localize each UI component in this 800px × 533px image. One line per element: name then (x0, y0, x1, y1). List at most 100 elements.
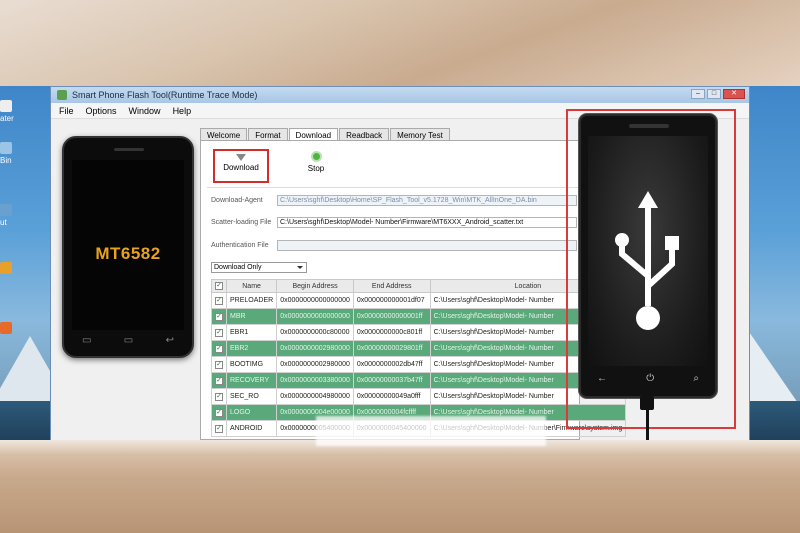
app-icon (57, 90, 67, 100)
cell-end-address: 0x00000000037b47ff (352, 372, 431, 389)
table-row[interactable]: ✓ BOOTIMG 0x0000000002980000 0x0000000002db… (211, 356, 627, 373)
usb-phone-image: ← ⏻ ⌕ (579, 114, 717, 398)
minimize-button[interactable]: – (691, 89, 705, 99)
cell-end-address: 0x0000000000c801ff (352, 324, 431, 341)
cell-check: ✓ (211, 388, 227, 405)
background-shelf (0, 440, 800, 533)
row-checkbox[interactable]: ✓ (215, 408, 223, 417)
desktop-icon-shortcut[interactable]: ut (0, 204, 14, 227)
table-row[interactable]: ✓ MBR 0x0000000000000000 0x00000000000001ff… (211, 308, 627, 325)
usb-phone-softkeys: ← ⏻ ⌕ (597, 373, 699, 384)
menu-window[interactable]: Window (129, 106, 161, 116)
cell-begin-address: 0x0000000000c80000 (276, 324, 354, 341)
phone-speaker (114, 148, 144, 151)
menu-file[interactable]: File (59, 106, 74, 116)
download-agent-label: Download-Agent (211, 197, 263, 204)
col-end-address[interactable]: End Address (352, 279, 431, 293)
download-label: Download (223, 163, 259, 172)
table-row[interactable]: ✓ PRELOADER 0x0000000000000000 0x0000000000… (211, 292, 627, 309)
download-button[interactable]: Download (213, 149, 269, 183)
download-agent-field[interactable]: C:\Users\sghf\Desktop\Home\SP_Flash_Tool… (277, 195, 577, 206)
desktop-icon-1[interactable]: ater (0, 100, 14, 123)
chevron-down-icon (297, 266, 303, 269)
menu-help[interactable]: Help (173, 106, 192, 116)
desktop-icon-recycle-bin[interactable]: Bin (0, 142, 14, 165)
phone-keys: ▭ ▭ ↩ (82, 335, 174, 346)
phone-model-label: MT6582 (95, 244, 161, 263)
toolbar-separator (207, 187, 579, 188)
cell-check: ✓ (211, 420, 227, 437)
cell-name: MBR (225, 308, 278, 325)
cell-name: PRELOADER (225, 292, 278, 309)
mode-select-value: Download Only (214, 264, 262, 271)
scatter-file-field[interactable]: C:\Users\sghf\Desktop\Model- Number\Firm… (277, 217, 577, 228)
light-glare (316, 416, 546, 446)
row-checkbox[interactable]: ✓ (215, 376, 223, 385)
usb-phone-screen (588, 136, 708, 366)
stop-label: Stop (307, 164, 325, 173)
row-checkbox[interactable]: ✓ (215, 424, 223, 433)
download-panel: Download Stop Download-Agent C:\Users\sg… (200, 140, 627, 440)
row-checkbox[interactable]: ✓ (215, 360, 223, 369)
cell-end-address: 0x00000000029801ff (352, 340, 431, 357)
mode-select[interactable]: Download Only (211, 262, 307, 273)
cell-check: ✓ (211, 372, 227, 389)
menu-key-icon: ▭ (82, 335, 92, 346)
col-check[interactable]: ✓ (211, 279, 227, 293)
cell-begin-address: 0x0000000002980000 (276, 340, 354, 357)
row-checkbox[interactable]: ✓ (215, 392, 223, 401)
cell-name: EBR1 (225, 324, 278, 341)
window-title: Smart Phone Flash Tool(Runtime Trace Mod… (72, 90, 258, 100)
row-checkbox[interactable]: ✓ (215, 296, 223, 305)
back-key-icon: ↩ (165, 335, 174, 346)
cell-begin-address: 0x0000000002980000 (276, 356, 354, 373)
partition-table: ✓ Name Begin Address End Address Locatio… (211, 279, 627, 437)
maximize-button[interactable]: □ (707, 89, 721, 99)
cell-check: ✓ (211, 404, 227, 421)
col-name[interactable]: Name (225, 279, 278, 293)
back-key-icon: ← (597, 373, 607, 384)
cell-begin-address: 0x0000000000000000 (276, 308, 354, 325)
title-bar[interactable]: Smart Phone Flash Tool(Runtime Trace Mod… (51, 87, 749, 103)
cell-end-address: 0x000000000001df07 (352, 292, 431, 309)
search-key-icon: ⌕ (693, 373, 699, 384)
background-wall-top (0, 0, 800, 92)
cell-begin-address: 0x0000000000000000 (276, 292, 354, 309)
scatter-file-label: Scatter-loading File (211, 219, 272, 226)
cell-check: ✓ (211, 308, 227, 325)
cell-begin-address: 0x0000000004980000 (276, 388, 354, 405)
cell-check: ✓ (211, 340, 227, 357)
stop-button[interactable]: Stop (301, 151, 331, 173)
mt6582-phone-image: MT6582 ▭ ▭ ↩ (62, 136, 194, 358)
desktop-icon-folder[interactable] (0, 262, 14, 276)
cell-begin-address: 0x0000000003380000 (276, 372, 354, 389)
table-row[interactable]: ✓ SEC_RO 0x0000000004980000 0x00000000049a0… (211, 388, 627, 405)
home-key-icon: ▭ (123, 335, 134, 346)
auth-file-label: Authentication File (211, 242, 269, 249)
col-begin-address[interactable]: Begin Address (276, 279, 354, 293)
row-checkbox[interactable]: ✓ (215, 312, 223, 321)
download-arrow-icon (236, 154, 246, 161)
table-row[interactable]: ✓ RECOVERY 0x0000000003380000 0x00000000037… (211, 372, 627, 389)
desktop-icon-app[interactable] (0, 322, 14, 336)
table-row[interactable]: ✓ EBR1 0x0000000000c80000 0x0000000000c801f… (211, 324, 627, 341)
cell-check: ✓ (211, 324, 227, 341)
cell-name: SEC_RO (225, 388, 278, 405)
cell-name: RECOVERY (225, 372, 278, 389)
row-checkbox[interactable]: ✓ (215, 344, 223, 353)
power-key-icon: ⏻ (646, 373, 655, 384)
cell-name: BOOTIMG (225, 356, 278, 373)
cell-end-address: 0x0000000002db47ff (352, 356, 431, 373)
phone-speaker-right (629, 124, 669, 128)
row-checkbox[interactable]: ✓ (215, 328, 223, 337)
stop-icon (310, 151, 322, 162)
cell-end-address: 0x00000000000001ff (352, 308, 431, 325)
close-button[interactable]: ✕ (723, 89, 745, 99)
cell-check: ✓ (211, 292, 227, 309)
table-row[interactable]: ✓ EBR2 0x0000000002980000 0x00000000029801f… (211, 340, 627, 357)
menu-options[interactable]: Options (86, 106, 117, 116)
cell-name: LOGO (225, 404, 278, 421)
auth-file-field[interactable] (277, 240, 577, 251)
cell-name: EBR2 (225, 340, 278, 357)
usb-icon (615, 191, 679, 330)
